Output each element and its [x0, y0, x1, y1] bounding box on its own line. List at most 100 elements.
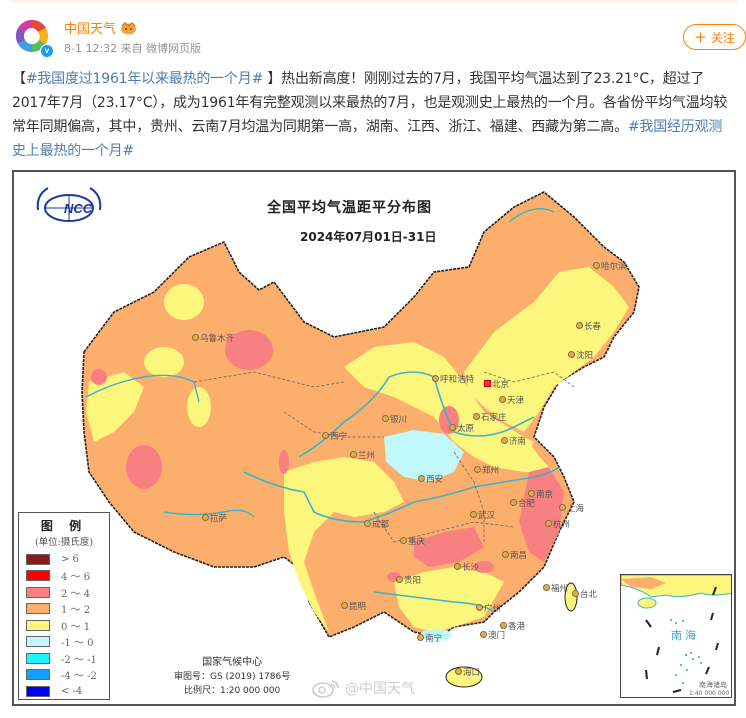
- inset-sea-label: 南海: [671, 629, 699, 642]
- legend-swatch: [26, 652, 50, 664]
- city-label: 兰州: [349, 451, 376, 461]
- map-region-yellow-blob: [187, 387, 211, 427]
- map-region-pink-blob: [279, 450, 289, 474]
- city-label: 西宁: [321, 432, 348, 442]
- south-china-sea-inset: 南海 南海诸岛 1:40 000 000: [620, 574, 732, 698]
- city-label: 长沙: [453, 563, 480, 573]
- ncc-logo-text: NCC: [64, 201, 93, 216]
- city-label: 南宁: [416, 634, 443, 644]
- inset-scale-label: 1:40 000 000: [689, 690, 730, 697]
- previous-post-edge: [10, 0, 738, 3]
- legend-label: 0 ～ 1: [61, 621, 91, 633]
- plus-icon: +: [694, 27, 707, 46]
- city-label: 南京: [527, 490, 554, 500]
- city-label: 西安: [417, 475, 444, 485]
- avatar[interactable]: v: [12, 16, 54, 58]
- post-timestamp[interactable]: 8-1 12:32: [64, 42, 117, 55]
- legend-title: 图 例: [40, 519, 88, 533]
- map-region-yellow-blob: [164, 284, 204, 320]
- credits-org: 国家气候中心: [202, 657, 263, 668]
- city-label: 银川: [381, 415, 408, 425]
- post-header: v 中国天气 8-1 12:32 来自 微博网页版 + 关注: [12, 16, 746, 60]
- city-label: 南昌: [501, 551, 528, 561]
- city-label: 福州: [542, 584, 569, 594]
- credits-scale: 比例尺：1:20 000 000: [183, 686, 281, 696]
- legend-label: > 6: [61, 553, 79, 565]
- city-label-capital: 北京: [483, 380, 510, 390]
- credits-review-number: 审图号：GS (2019) 1786号: [174, 672, 291, 682]
- city-label: 天津: [498, 396, 525, 406]
- city-label: 重庆: [399, 537, 426, 547]
- city-label: 广州: [475, 604, 502, 614]
- bracket-open: 【: [12, 71, 26, 87]
- follow-label: 关注: [710, 30, 735, 45]
- city-label: 海口: [454, 668, 481, 678]
- city-label: 上海: [558, 504, 585, 514]
- city-label: 贵阳: [395, 576, 422, 586]
- post-source: 来自 微博网页版: [120, 42, 202, 55]
- legend-label: -2 ～ -1: [61, 654, 97, 666]
- legend-swatch: [26, 553, 50, 565]
- map-title: 全国平均气温距平分布图: [267, 200, 432, 216]
- legend-item: 2 ～ 4: [23, 584, 105, 601]
- legend-label: -4 ～ -2: [61, 671, 97, 683]
- post-text: 【#我国度过1961年以来最热的一个月# 】热出新高度！刚刚过去的7月，我国平均…: [12, 67, 732, 163]
- city-label: 郑州: [473, 466, 500, 476]
- map-subtitle: 2024年07月01日-31日: [300, 230, 437, 244]
- city-label: 台北: [571, 590, 598, 600]
- map-region-pink-blob: [126, 445, 162, 489]
- city-label: 拉萨: [201, 514, 228, 524]
- city-label: 昆明: [340, 602, 367, 612]
- legend-unit: (单位:摄氏度): [34, 537, 94, 548]
- legend-item: 4 ～ 6: [23, 568, 105, 585]
- legend-item: < -4: [23, 683, 105, 700]
- ncc-logo: NCC: [30, 180, 108, 230]
- post-image[interactable]: NCC 全国平均气温距平分布图 2024年07月01日-31日 乌鲁木齐 哈尔滨…: [12, 170, 736, 706]
- map-region-pink-blob: [91, 369, 107, 385]
- map-credits: 国家气候中心 审图号：GS (2019) 1786号 比例尺：1:20 000 …: [174, 656, 290, 698]
- bracket-close: 】: [263, 71, 282, 87]
- legend-label: 1 ～ 2: [61, 605, 91, 617]
- city-label: 长春: [575, 322, 602, 332]
- city-label: 哈尔滨: [593, 262, 627, 272]
- legend-label: 4 ～ 6: [61, 572, 91, 584]
- legend-swatch: [26, 586, 50, 598]
- map-legend: 图 例 (单位:摄氏度) > 6 4 ～ 6 2 ～ 4 1 ～ 2 0 ～ 1…: [18, 512, 110, 700]
- legend-item: -4 ～ -2: [23, 667, 105, 684]
- member-badge-icon: [121, 21, 137, 34]
- city-label: 香港: [499, 622, 526, 632]
- city-label: 呼和浩特: [431, 375, 475, 385]
- legend-item: -2 ～ -1: [23, 650, 105, 667]
- city-label: 合肥: [509, 499, 536, 509]
- city-label: 济南: [500, 437, 527, 447]
- verified-badge-icon: v: [40, 44, 54, 58]
- city-label: 澳门: [479, 631, 506, 641]
- legend-swatch: [26, 685, 50, 697]
- city-label: 杭州: [544, 520, 571, 530]
- city-label: 成都: [363, 520, 390, 530]
- legend-swatch: [26, 669, 50, 681]
- city-label: 沈阳: [567, 351, 594, 361]
- hashtag-link[interactable]: #我国度过1961年以来最热的一个月#: [26, 71, 263, 87]
- watermark-text: @中国天气: [345, 681, 415, 697]
- inset-islands-label: 南海诸岛: [699, 681, 727, 689]
- legend-swatch: [26, 619, 50, 631]
- username-link[interactable]: 中国天气: [64, 18, 116, 37]
- city-label: 武汉: [469, 511, 496, 521]
- legend-item: > 6: [23, 551, 105, 568]
- legend-swatch: [26, 636, 50, 648]
- map-region-yellow-blob: [144, 347, 184, 377]
- legend-label: 2 ～ 4: [61, 588, 91, 600]
- legend-item: 1 ～ 2: [23, 601, 105, 618]
- legend-label: -1 ～ 0: [61, 638, 94, 650]
- city-label: 石家庄: [473, 413, 507, 423]
- follow-button[interactable]: + 关注: [683, 24, 746, 50]
- weibo-watermark: @中国天气: [311, 678, 415, 698]
- legend-label: < -4: [61, 685, 83, 697]
- legend-swatch: [26, 570, 50, 582]
- legend-swatch: [26, 603, 50, 615]
- legend-item: 0 ～ 1: [23, 617, 105, 634]
- weibo-logo-icon: [312, 680, 339, 698]
- city-label: 乌鲁木齐: [191, 334, 235, 344]
- legend-item: -1 ～ 0: [23, 634, 105, 651]
